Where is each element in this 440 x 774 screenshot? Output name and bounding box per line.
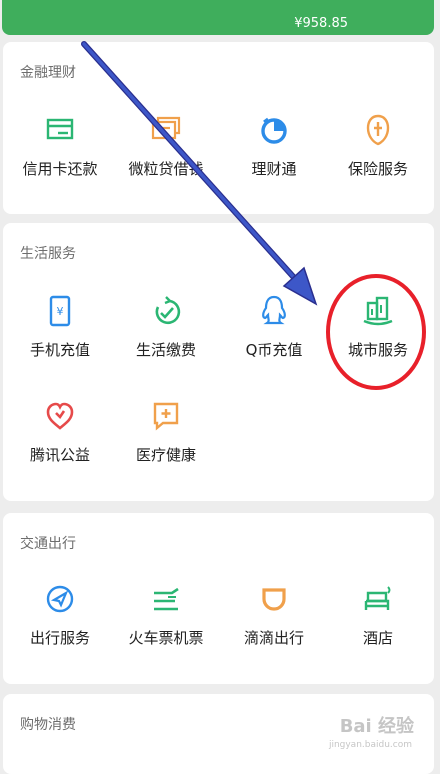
- wallet-balance-header[interactable]: ¥958.85: [2, 0, 434, 35]
- item-label: 微粒贷借钱: [111, 158, 221, 179]
- balance-amount: ¥958.85: [294, 16, 348, 31]
- item-insurance[interactable]: 保险服务: [323, 112, 433, 184]
- item-medical-health[interactable]: 医疗健康: [111, 398, 221, 470]
- item-label: 理财通: [219, 158, 329, 179]
- item-label: 生活缴费: [111, 339, 221, 360]
- phone-recharge-icon: ¥: [42, 293, 78, 329]
- medical-icon: [148, 398, 184, 434]
- train-ticket-icon: [148, 581, 184, 617]
- svg-text:¥: ¥: [57, 305, 64, 318]
- item-weilidai-loan[interactable]: 微粒贷借钱: [111, 112, 221, 184]
- didi-icon: [256, 581, 292, 617]
- item-label: 滴滴出行: [219, 627, 329, 648]
- item-tencent-charity[interactable]: 腾讯公益: [5, 398, 115, 470]
- baidu-watermark-url: jingyan.baidu.com: [329, 740, 412, 750]
- bill-payment-icon: [148, 293, 184, 329]
- item-train-flight-ticket[interactable]: 火车票机票: [111, 581, 221, 653]
- item-label: 出行服务: [5, 627, 115, 648]
- hotel-icon: [360, 581, 396, 617]
- item-hotel[interactable]: 酒店: [323, 581, 433, 653]
- section-finance: 金融理财 信用卡还款 微粒贷借钱 理财通 保险服务: [3, 42, 434, 214]
- loan-icon: [148, 112, 184, 148]
- item-label: 腾讯公益: [5, 444, 115, 465]
- section-life-services: 生活服务 ¥ 手机充值 生活缴费 Q币充值 城市服务: [3, 223, 434, 501]
- section-title-shopping: 购物消费: [20, 714, 76, 734]
- item-qq-coin[interactable]: Q币充值: [219, 293, 329, 365]
- charity-icon: [42, 398, 78, 434]
- item-label: 手机充值: [5, 339, 115, 360]
- item-label: 信用卡还款: [5, 158, 115, 179]
- wealth-icon: [256, 112, 292, 148]
- item-bill-payment[interactable]: 生活缴费: [111, 293, 221, 365]
- qq-coin-icon: [256, 293, 292, 329]
- item-label: Q币充值: [219, 339, 329, 360]
- credit-card-icon: [42, 112, 78, 148]
- city-service-icon: [360, 293, 396, 329]
- baidu-watermark: Bai 经验: [340, 712, 414, 738]
- item-didi[interactable]: 滴滴出行: [219, 581, 329, 653]
- travel-icon: [42, 581, 78, 617]
- section-title-finance: 金融理财: [20, 62, 76, 82]
- section-title-life: 生活服务: [20, 243, 76, 263]
- insurance-icon: [360, 112, 396, 148]
- item-label: 保险服务: [323, 158, 433, 179]
- item-credit-card-repay[interactable]: 信用卡还款: [5, 112, 115, 184]
- item-label: 医疗健康: [111, 444, 221, 465]
- item-label: 城市服务: [323, 339, 433, 360]
- item-travel-service[interactable]: 出行服务: [5, 581, 115, 653]
- item-label: 火车票机票: [111, 627, 221, 648]
- item-label: 酒店: [323, 627, 433, 648]
- section-transport: 交通出行 出行服务 火车票机票 滴滴出行 酒店: [3, 513, 434, 684]
- item-phone-recharge[interactable]: ¥ 手机充值: [5, 293, 115, 365]
- section-title-transport: 交通出行: [20, 533, 76, 553]
- item-licaitong[interactable]: 理财通: [219, 112, 329, 184]
- item-city-service[interactable]: 城市服务: [323, 293, 433, 365]
